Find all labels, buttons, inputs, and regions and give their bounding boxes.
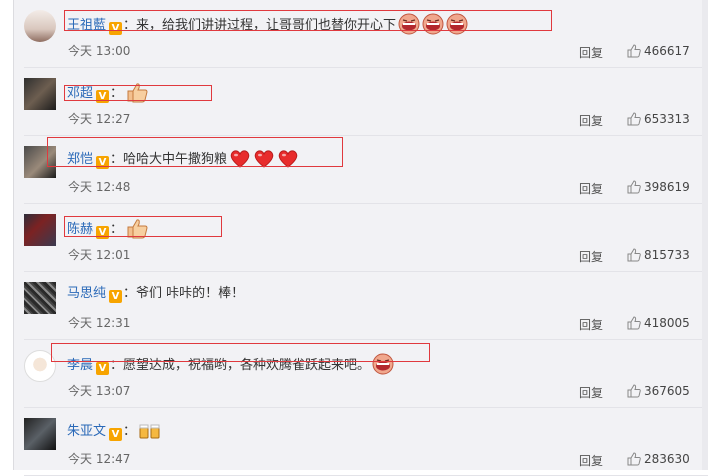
cheers-icon — [138, 421, 162, 450]
comment-time: 今天 12:31 — [68, 316, 131, 330]
thumbs-up-outline-icon — [627, 452, 644, 466]
avatar[interactable] — [24, 418, 56, 450]
reply-button[interactable]: 回复 — [579, 112, 603, 129]
like-button[interactable]: 398619 — [627, 180, 690, 194]
highlight-box — [64, 85, 212, 101]
verified-badge-icon: V — [109, 428, 123, 441]
reply-button[interactable]: 回复 — [579, 248, 603, 265]
like-count: 418005 — [644, 316, 690, 330]
like-count: 653313 — [644, 112, 690, 126]
thumbs-up-outline-icon — [627, 248, 644, 262]
comment-item: 马思纯 V ：爷们 咔咔的！棒！ 今天 12:31 回复 418005 — [13, 272, 708, 340]
comment-time: 今天 12:01 — [68, 248, 131, 262]
avatar[interactable] — [24, 282, 56, 314]
like-button[interactable]: 815733 — [627, 248, 690, 262]
thumbs-up-outline-icon — [627, 384, 644, 398]
like-button[interactable]: 367605 — [627, 384, 690, 398]
highlight-box — [64, 10, 552, 31]
reply-button[interactable]: 回复 — [579, 44, 603, 61]
colon: ： — [123, 286, 137, 301]
like-button[interactable]: 283630 — [627, 452, 690, 466]
like-count: 367605 — [644, 384, 690, 398]
avatar[interactable] — [24, 78, 56, 110]
thumbs-up-outline-icon — [627, 316, 644, 330]
verified-badge-icon: V — [96, 362, 110, 375]
like-count: 398619 — [644, 180, 690, 194]
highlight-box — [51, 343, 430, 362]
reply-button[interactable]: 回复 — [579, 180, 603, 197]
comment-time: 今天 12:48 — [68, 180, 131, 194]
comment-item: 朱亚文 V： 今天 12:47 回复 283630 — [13, 408, 708, 476]
avatar[interactable] — [24, 10, 56, 42]
verified-badge-icon: V — [109, 290, 123, 303]
reply-button[interactable]: 回复 — [579, 316, 603, 333]
like-button[interactable]: 653313 — [627, 112, 690, 126]
reply-button[interactable]: 回复 — [579, 384, 603, 401]
comment-item: 陈赫 V：今天 12:01 回复 815733 — [13, 204, 708, 272]
comment-time: 今天 13:00 — [68, 44, 131, 58]
reply-button[interactable]: 回复 — [579, 452, 603, 469]
like-button[interactable]: 466617 — [627, 44, 690, 58]
comment-time: 今天 13:07 — [68, 384, 131, 398]
username-link[interactable]: 朱亚文 — [67, 424, 106, 439]
highlight-box — [64, 216, 222, 237]
username-link[interactable]: 马思纯 — [67, 286, 106, 301]
like-button[interactable]: 418005 — [627, 316, 690, 330]
highlight-box — [47, 137, 343, 167]
comment-line: 马思纯 V ：爷们 咔咔的！棒！ — [67, 285, 244, 303]
like-count: 815733 — [644, 248, 690, 262]
thumbs-up-outline-icon — [627, 112, 644, 126]
colon: ： — [123, 424, 137, 439]
comment-time: 今天 12:27 — [68, 112, 131, 126]
scrollbar[interactable] — [702, 0, 708, 470]
comment-text: 爷们 咔咔的！棒！ — [136, 286, 245, 301]
thumbs-up-outline-icon — [627, 180, 644, 194]
comment-time: 今天 12:47 — [68, 452, 131, 466]
thumbs-up-outline-icon — [627, 44, 644, 58]
like-count: 466617 — [644, 44, 690, 58]
avatar[interactable] — [24, 214, 56, 246]
comment-item: 邓超 V：今天 12:27 回复 653313 — [13, 68, 708, 136]
like-count: 283630 — [644, 452, 690, 466]
comment-line: 朱亚文 V： — [67, 421, 162, 441]
